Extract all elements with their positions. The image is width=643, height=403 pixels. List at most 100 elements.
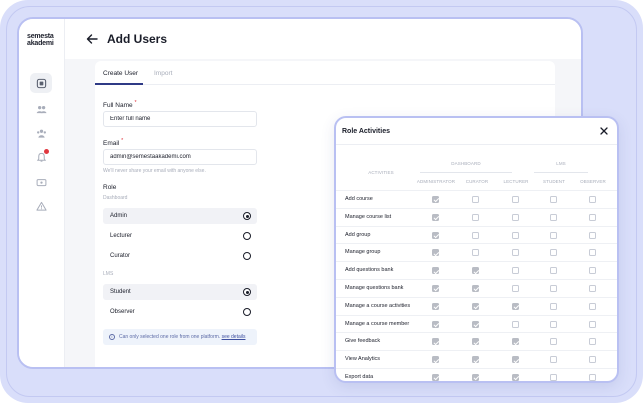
checkbox-checked[interactable]	[432, 302, 439, 310]
email-label: Email *	[103, 138, 123, 147]
card-icon	[36, 178, 46, 186]
checkbox[interactable]	[550, 356, 557, 364]
sidebar-item-billing[interactable]	[30, 172, 52, 192]
checkbox-checked[interactable]	[432, 374, 439, 381]
groups-icon	[36, 129, 46, 138]
checkbox[interactable]	[472, 249, 479, 257]
checkbox-checked[interactable]	[472, 338, 479, 346]
checkbox[interactable]	[589, 213, 596, 221]
checkbox[interactable]	[512, 285, 519, 292]
checkbox[interactable]	[512, 249, 519, 257]
checkbox-checked[interactable]	[512, 302, 519, 310]
checkbox[interactable]	[589, 249, 596, 257]
column-header: ADMINISTRATOR	[416, 179, 456, 184]
full-name-label-text: Full Name	[103, 102, 133, 110]
activity-name: Add course	[345, 196, 373, 202]
checkbox-checked[interactable]	[432, 196, 439, 203]
role-option-admin[interactable]: Admin	[103, 208, 257, 224]
role-option-student[interactable]: Student	[103, 284, 257, 300]
radio-checked-icon[interactable]	[243, 288, 251, 296]
checkbox-checked[interactable]	[432, 285, 439, 292]
sidebar-item-groups[interactable]	[30, 123, 52, 143]
checkbox-checked[interactable]	[512, 356, 519, 364]
activities-header: ACTIVITIES	[368, 170, 394, 175]
close-icon[interactable]	[599, 126, 609, 136]
back-arrow-icon[interactable]	[85, 32, 99, 46]
email-label-text: Email	[103, 140, 120, 148]
checkbox-checked[interactable]	[472, 267, 479, 275]
column-header: STUDENT	[543, 179, 565, 184]
checkbox[interactable]	[550, 231, 557, 239]
checkbox[interactable]	[589, 231, 596, 239]
role-option-observer[interactable]: Observer	[103, 304, 257, 320]
sidebar-item-reports[interactable]	[30, 196, 52, 216]
checkbox-checked[interactable]	[432, 320, 439, 328]
role-option-lecturer[interactable]: Lecturer	[103, 228, 257, 244]
checkbox[interactable]	[550, 302, 557, 310]
checkbox-checked[interactable]	[472, 285, 479, 292]
checkbox[interactable]	[550, 249, 557, 257]
table-row: Manage group	[336, 243, 617, 261]
info-icon: i	[109, 334, 115, 340]
checkbox-checked[interactable]	[472, 356, 479, 364]
checkbox[interactable]	[512, 267, 519, 275]
table-row: Export data	[336, 368, 617, 381]
checkbox[interactable]	[512, 213, 519, 221]
tab-create-user[interactable]: Create User	[103, 70, 138, 77]
checkbox[interactable]	[550, 320, 557, 328]
checkbox[interactable]	[512, 231, 519, 239]
modal-title: Role Activities	[342, 128, 390, 135]
checkbox-checked[interactable]	[432, 267, 439, 275]
checkbox-checked[interactable]	[432, 249, 439, 257]
checkbox[interactable]	[589, 338, 596, 346]
email-input[interactable]	[103, 149, 257, 165]
role-option-label: Curator	[110, 253, 131, 259]
checkbox[interactable]	[589, 267, 596, 275]
checkbox-checked[interactable]	[512, 374, 519, 381]
checkbox[interactable]	[589, 320, 596, 328]
checkbox[interactable]	[472, 213, 479, 221]
table-row: Add group	[336, 225, 617, 244]
checkbox-checked[interactable]	[432, 213, 439, 221]
checkbox-checked[interactable]	[472, 302, 479, 310]
checkbox[interactable]	[512, 196, 519, 203]
email-hint: We'll never share your email with anyone…	[103, 168, 206, 174]
checkbox-checked[interactable]	[432, 231, 439, 239]
role-option-curator[interactable]: Curator	[103, 248, 257, 264]
table-row: Manage a course member	[336, 314, 617, 333]
role-option-label: Student	[110, 289, 131, 295]
checkbox-checked[interactable]	[512, 338, 519, 346]
checkbox[interactable]	[550, 285, 557, 292]
activity-name: Manage a course activities	[345, 302, 411, 309]
checkbox[interactable]	[550, 267, 557, 275]
see-details-link[interactable]: see details	[222, 334, 246, 340]
radio-icon[interactable]	[243, 232, 251, 240]
checkbox[interactable]	[589, 356, 596, 364]
radio-icon[interactable]	[243, 252, 251, 260]
tab-import[interactable]: Import	[154, 70, 172, 77]
checkbox[interactable]	[589, 285, 596, 292]
full-name-input[interactable]	[103, 111, 257, 127]
checkbox-checked[interactable]	[472, 374, 479, 381]
checkbox[interactable]	[550, 374, 557, 381]
checkbox[interactable]	[550, 213, 557, 221]
checkbox-checked[interactable]	[432, 338, 439, 346]
brand-logo[interactable]: semesta akademi	[27, 33, 54, 47]
sidebar-item-users[interactable]	[30, 99, 52, 119]
checkbox[interactable]	[472, 231, 479, 239]
checkbox[interactable]	[589, 302, 596, 310]
checkbox[interactable]	[472, 196, 479, 203]
sidebar-item-dashboard[interactable]	[30, 73, 52, 93]
checkbox[interactable]	[512, 320, 519, 328]
checkbox[interactable]	[550, 338, 557, 346]
checkbox-checked[interactable]	[432, 356, 439, 364]
sidebar-item-notifications[interactable]	[30, 147, 52, 167]
radio-icon[interactable]	[243, 308, 251, 316]
checkbox[interactable]	[589, 374, 596, 381]
checkbox[interactable]	[550, 196, 557, 203]
radio-checked-icon[interactable]	[243, 212, 251, 220]
checkbox[interactable]	[589, 196, 596, 203]
activity-name: Add questions bank	[345, 267, 394, 274]
role-info-note: i Can only selected one role from one pl…	[103, 329, 257, 345]
checkbox-checked[interactable]	[472, 320, 479, 328]
